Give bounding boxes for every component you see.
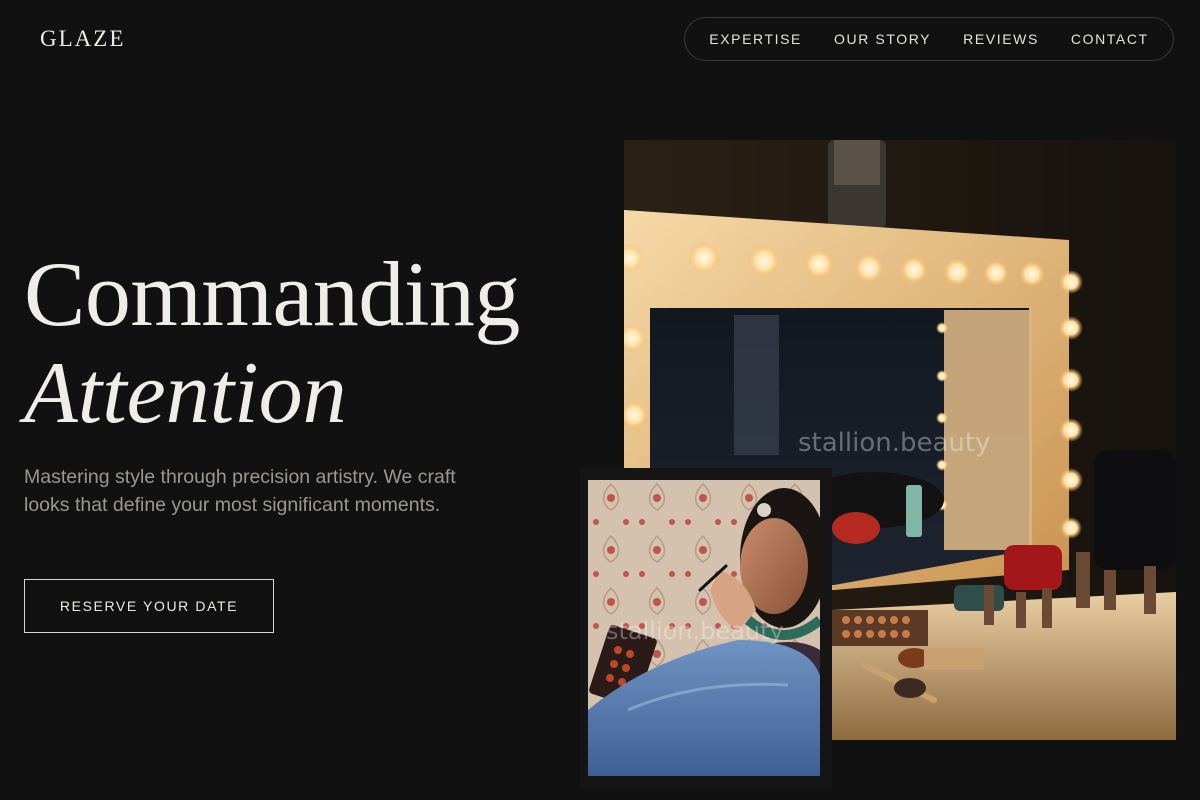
brand-logo[interactable]: GLAZE [40, 26, 125, 52]
bridal-makeup-illustration [588, 480, 820, 776]
nav-item-reviews[interactable]: REVIEWS [963, 31, 1039, 47]
main-nav: EXPERTISE OUR STORY REVIEWS CONTACT [684, 17, 1174, 61]
bridal-makeup-photo [588, 480, 820, 776]
nav-item-expertise[interactable]: EXPERTISE [709, 31, 802, 47]
nav-item-our-story[interactable]: OUR STORY [834, 31, 931, 47]
reserve-date-button[interactable]: RESERVE YOUR DATE [24, 579, 274, 633]
headline-line-2: Attention [24, 345, 347, 442]
headline-line-1: Commanding [24, 243, 520, 345]
nav-item-contact[interactable]: CONTACT [1071, 31, 1149, 47]
page: GLAZE EXPERTISE OUR STORY REVIEWS CONTAC… [0, 0, 1200, 800]
hero-headline: Commanding Attention [24, 248, 520, 438]
hero-subtext: Mastering style through precision artist… [24, 466, 456, 516]
